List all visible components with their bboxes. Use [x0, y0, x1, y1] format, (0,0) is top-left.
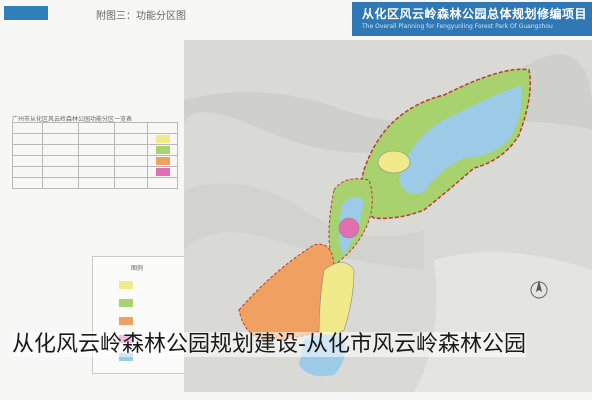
table-cell — [114, 166, 148, 178]
color-swatch — [155, 157, 170, 165]
table-row — [12, 177, 178, 189]
service-pink-zone — [338, 217, 360, 239]
table-cell — [42, 177, 79, 189]
header-title-banner: 从化区风云岭森林公园总体规划修编项目 The Overall Planning … — [352, 2, 592, 36]
legend-title: 图例 — [131, 265, 144, 272]
table-header-row — [12, 122, 178, 134]
table-cell — [42, 166, 79, 178]
table-cell — [78, 144, 115, 156]
table-row — [12, 144, 178, 156]
table-cell — [78, 155, 115, 167]
table-cell — [42, 133, 79, 145]
table-cell — [12, 166, 43, 178]
color-swatch — [155, 146, 170, 154]
project-title: 从化区风云岭森林公园总体规划修编项目 — [362, 7, 588, 21]
table-cell — [12, 177, 43, 189]
table-cell — [147, 133, 178, 145]
table-header-cell — [78, 122, 115, 134]
table-cell — [147, 144, 178, 156]
table-cell — [12, 155, 43, 167]
overlay-caption: 从化风云岭森林公园规划建设-从化市风云岭森林公园 — [12, 330, 592, 360]
header-tag — [4, 6, 48, 20]
legend-swatch — [119, 317, 133, 325]
table-cell — [114, 155, 148, 167]
table-header-cell — [147, 122, 178, 134]
table-cell — [42, 144, 79, 156]
island-yellow-zone — [377, 150, 411, 174]
table-cell — [78, 166, 115, 178]
table-header-cell — [42, 122, 79, 134]
table-cell — [147, 155, 178, 167]
table-header-cell — [12, 122, 43, 134]
table-cell — [12, 144, 43, 156]
table-cell — [147, 166, 178, 178]
table-cell — [114, 177, 148, 189]
legend-swatch — [119, 299, 133, 307]
overlay-caption-text: 从化风云岭森林公园规划建设-从化市风云岭森林公园 — [12, 332, 526, 357]
figure-caption: 附图三：功能分区图 — [96, 11, 186, 22]
table-cell — [147, 177, 178, 189]
table-cell — [12, 133, 43, 145]
stats-table — [12, 122, 178, 189]
terrain-texture — [414, 252, 592, 392]
table-cell — [78, 177, 115, 189]
table-row — [12, 166, 178, 178]
planning-board: 附图三：功能分区图 从化区风云岭森林公园总体规划修编项目 The Overall… — [0, 0, 592, 400]
color-swatch — [155, 168, 170, 176]
table-row — [12, 133, 178, 145]
table-cell — [78, 133, 115, 145]
project-subtitle: The Overall Planning for Fengyunling For… — [362, 23, 553, 30]
color-swatch — [155, 135, 170, 143]
legend-swatch — [119, 281, 133, 289]
table-cell — [114, 144, 148, 156]
table-header-cell — [114, 122, 148, 134]
header-left: 附图三：功能分区图 — [0, 6, 190, 22]
table-cell — [114, 133, 148, 145]
table-cell — [42, 155, 79, 167]
table-row — [12, 155, 178, 167]
